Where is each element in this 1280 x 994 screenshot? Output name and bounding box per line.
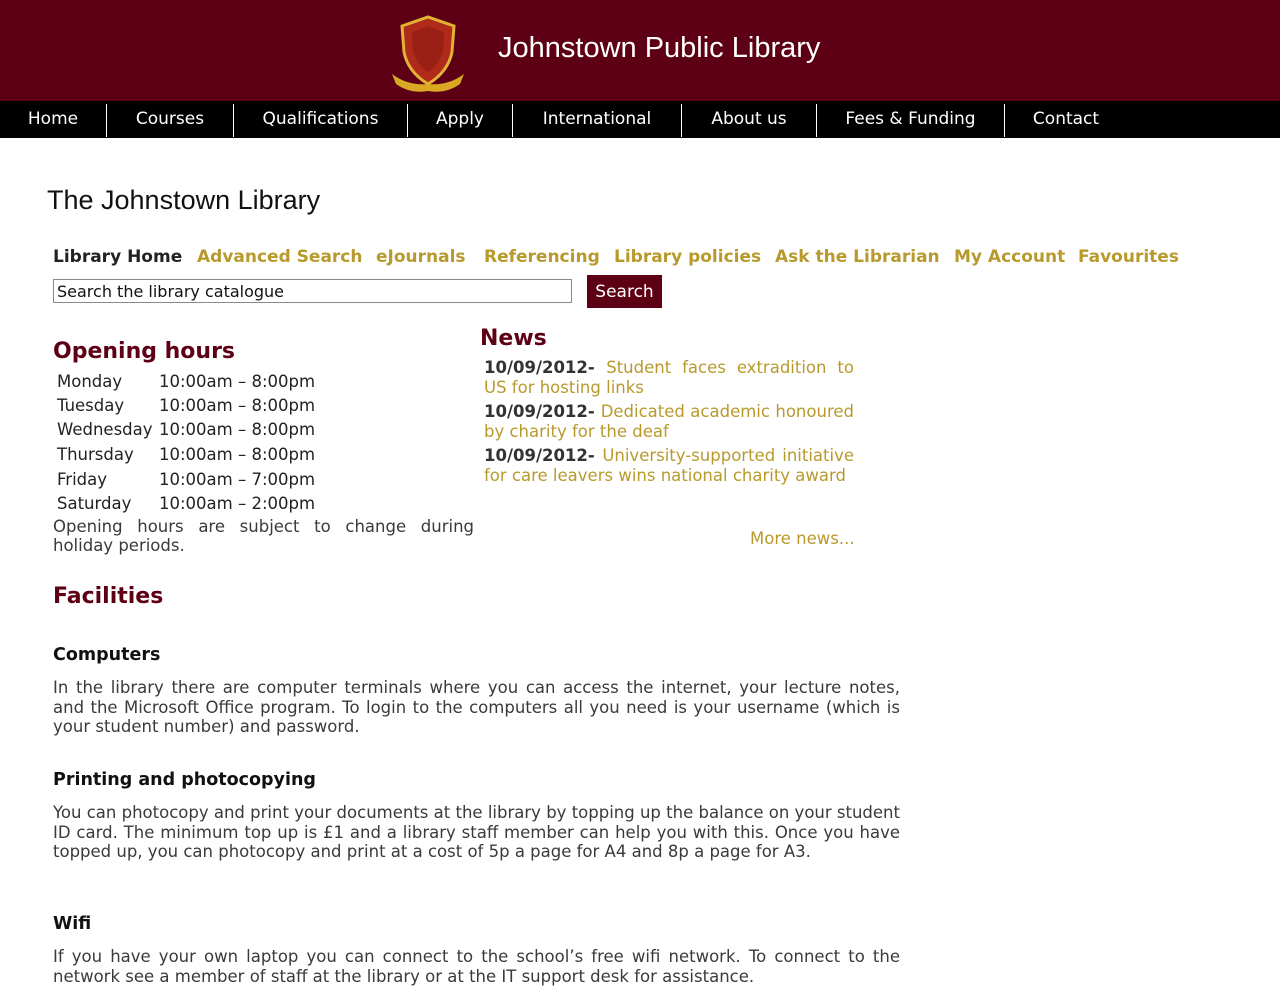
library-nav-library-home[interactable]: Library Home [53,247,182,267]
shield-crest-icon [392,15,464,92]
computers-heading: Computers [53,645,161,665]
hours-time: 10:00am – 8:00pm [159,396,316,415]
hours-day: Monday [57,372,123,391]
library-nav-library-policies[interactable]: Library policies [614,247,761,267]
hours-day: Thursday [57,445,134,464]
hours-time: 10:00am – 8:00pm [159,445,316,464]
library-nav-favourites[interactable]: Favourites [1078,247,1179,267]
nav-item-courses[interactable]: Courses [107,101,233,138]
search-button[interactable]: Search [587,275,662,308]
nav-item-about-us[interactable]: About us [682,101,816,138]
hours-day: Saturday [57,494,132,513]
news-date: 10/09/2012 [484,402,588,421]
nav-item-fees-funding[interactable]: Fees & Funding [817,101,1004,138]
hours-time: 10:00am – 7:00pm [159,470,316,489]
opening-hours-note: Opening hours are subject to change duri… [53,517,474,555]
library-nav-ask-the-librarian[interactable]: Ask the Librarian [775,247,940,267]
library-nav-ejournals[interactable]: eJournals [376,247,466,267]
nav-item-international[interactable]: International [513,101,681,138]
hours-day: Wednesday [57,420,153,439]
news-separator: - [587,446,603,465]
site-title: Johnstown Public Library [498,32,821,64]
news-date: 10/09/2012 [484,358,588,377]
library-nav-referencing[interactable]: Referencing [484,247,600,267]
nav-item-apply[interactable]: Apply [408,101,512,138]
more-news-link[interactable]: More news... [750,529,855,548]
news-date: 10/09/2012 [484,446,588,465]
hours-time: 10:00am – 2:00pm [159,494,316,513]
wifi-text: If you have your own laptop you can conn… [53,947,900,986]
news-item[interactable]: 10/09/2012- Student faces extradition to… [484,358,854,397]
nav-item-contact[interactable]: Contact [1005,101,1127,138]
printing-heading: Printing and photocopying [53,770,316,790]
printing-text: You can photocopy and print your documen… [53,803,900,862]
news-item[interactable]: 10/09/2012- University-supported initiat… [484,446,854,485]
hours-time: 10:00am – 8:00pm [159,372,316,391]
main-nav: Home Courses Qualifications Apply Intern… [0,101,1280,138]
opening-hours-heading: Opening hours [53,339,236,364]
wifi-heading: Wifi [53,914,92,934]
library-nav-advanced-search[interactable]: Advanced Search [197,247,362,267]
facilities-heading: Facilities [53,584,164,609]
news-item[interactable]: 10/09/2012- Dedicated academic honoured … [484,402,854,441]
page-title: The Johnstown Library [47,185,321,215]
hours-day: Tuesday [57,396,125,415]
news-separator: - [587,358,607,377]
header-banner: Johnstown Public Library [0,0,1280,101]
news-separator: - [587,402,601,421]
catalogue-search-input[interactable] [53,279,572,303]
hours-time: 10:00am – 8:00pm [159,420,316,439]
computers-text: In the library there are computer termin… [53,678,900,737]
nav-item-qualifications[interactable]: Qualifications [234,101,407,138]
news-heading: News [480,326,547,351]
hours-day: Friday [57,470,108,489]
nav-item-home[interactable]: Home [0,101,106,138]
library-nav-my-account[interactable]: My Account [954,247,1065,267]
